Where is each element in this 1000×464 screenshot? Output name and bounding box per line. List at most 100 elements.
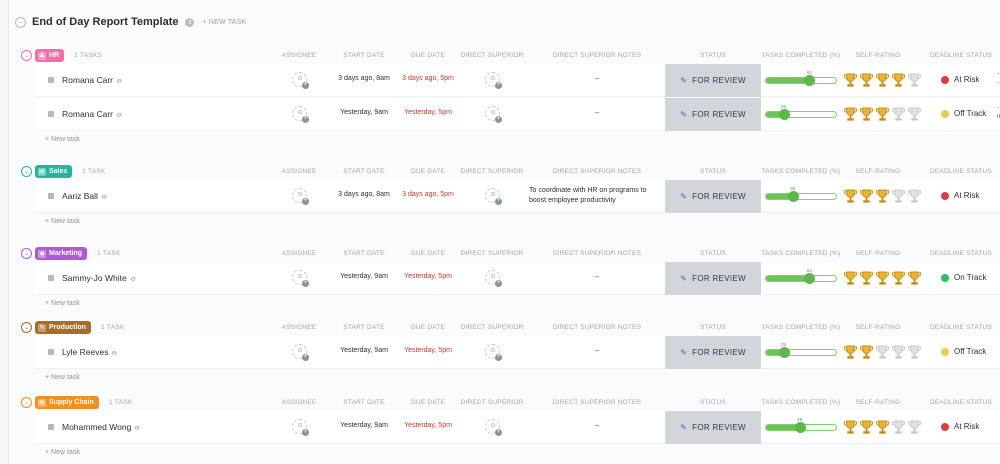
new-task-button[interactable]: + New task: [45, 374, 80, 381]
column-header-start[interactable]: START DATE: [343, 52, 384, 59]
status-badge[interactable]: ✎ FOR REVIEW: [665, 180, 761, 213]
column-header-assignee[interactable]: ASSIGNEE: [282, 399, 317, 406]
status-badge[interactable]: ✎ FOR REVIEW: [665, 262, 761, 295]
column-header-start[interactable]: START DATE: [343, 324, 384, 331]
column-header-status[interactable]: STATUS: [700, 324, 726, 331]
status-badge[interactable]: ✎ FOR REVIEW: [665, 64, 761, 97]
task-row[interactable]: Lyle Reeves ⌀ + + Yesterday, 9am Yesterday, 5…: [35, 336, 1000, 369]
start-date[interactable]: Yesterday, 9am: [340, 347, 388, 354]
deadline-status[interactable]: At Risk: [941, 191, 979, 200]
task-name[interactable]: Romana Carr ⌀: [62, 75, 124, 86]
task-row[interactable]: Aariz Ball ⌀ + +3 days ago, 8am 3 days ago, …: [35, 180, 1000, 213]
superior-avatar-icon[interactable]: +: [485, 72, 502, 89]
task-name[interactable]: Mohammed Wong ⌀: [62, 422, 142, 432]
progress-slider[interactable]: 25: [765, 342, 837, 358]
trophy-icon[interactable]: [859, 419, 875, 441]
task-status-square[interactable]: [48, 77, 54, 83]
column-header-rating[interactable]: SELF-RATING: [856, 399, 901, 406]
collapse-group-icon[interactable]: ⌄: [21, 166, 32, 177]
trophy-icon[interactable]: [891, 106, 907, 128]
task-status-square[interactable]: [48, 111, 54, 117]
column-header-completed[interactable]: TASKS COMPLETED (%): [762, 250, 841, 257]
column-header-superior[interactable]: DIRECT SUPERIOR: [461, 52, 524, 59]
column-header-completed[interactable]: TASKS COMPLETED (%): [762, 324, 841, 331]
superior-notes[interactable]: –: [595, 346, 599, 355]
column-header-superior[interactable]: DIRECT SUPERIOR: [461, 250, 524, 257]
group-badge[interactable]: ◆ Marketing: [35, 247, 88, 260]
column-header-completed[interactable]: TASKS COMPLETED (%): [762, 52, 841, 59]
progress-slider[interactable]: 62: [765, 70, 837, 86]
trophy-icon[interactable]: [891, 72, 907, 94]
assignee-avatar-icon[interactable]: +: [292, 188, 309, 205]
due-date[interactable]: Yesterday, 5pm: [404, 422, 452, 429]
progress-slider[interactable]: 38: [765, 186, 837, 202]
progress-knob[interactable]: [787, 191, 799, 202]
trophy-icon[interactable]: [907, 188, 923, 210]
task-row[interactable]: Romana Carr ⌀ + + Yesterday, 9am Yesterday, 5…: [35, 98, 1000, 131]
trophy-icon[interactable]: [875, 344, 891, 366]
task-row[interactable]: Mohammed Wong ⌀ + + Yesterday, 9am Yesterday,…: [35, 411, 1000, 444]
column-header-due[interactable]: DUE DATE: [411, 52, 445, 59]
trophy-icon[interactable]: [859, 106, 875, 128]
column-header-start[interactable]: START DATE: [343, 250, 384, 257]
trophy-icon[interactable]: [875, 270, 891, 292]
superior-notes[interactable]: –: [595, 74, 599, 83]
task-name[interactable]: Aariz Ball ⌀: [62, 191, 109, 202]
attachment-icon[interactable]: ⌀: [100, 192, 109, 202]
column-header-notes[interactable]: DIRECT SUPERIOR NOTES: [553, 168, 641, 175]
group-badge[interactable]: ⇆ Supply Chain: [35, 396, 99, 409]
trophy-icon[interactable]: [843, 106, 859, 128]
status-badge[interactable]: ✎ FOR REVIEW: [665, 336, 761, 369]
column-header-deadline[interactable]: DEADLINE STATUS: [930, 250, 992, 257]
column-header-rating[interactable]: SELF-RATING: [856, 52, 901, 59]
deadline-status[interactable]: Off Track: [941, 109, 986, 118]
column-header-rating[interactable]: SELF-RATING: [856, 324, 901, 331]
trophy-icon[interactable]: [891, 419, 907, 441]
start-date[interactable]: 3 days ago, 8am: [338, 191, 390, 198]
trophy-icon[interactable]: [891, 344, 907, 366]
column-header-notes[interactable]: DIRECT SUPERIOR NOTES: [553, 52, 641, 59]
task-status-square[interactable]: [48, 349, 54, 355]
column-header-assignee[interactable]: ASSIGNEE: [282, 324, 317, 331]
new-task-button[interactable]: + New task: [45, 300, 80, 307]
column-header-deadline[interactable]: DEADLINE STATUS: [930, 168, 992, 175]
trophy-icon[interactable]: [843, 270, 859, 292]
column-header-superior[interactable]: DIRECT SUPERIOR: [461, 168, 524, 175]
column-header-deadline[interactable]: DEADLINE STATUS: [930, 399, 992, 406]
column-header-rating[interactable]: SELF-RATING: [856, 250, 901, 257]
attachment-icon[interactable]: ⌀: [115, 76, 124, 86]
attachment-icon[interactable]: ⌀: [115, 110, 124, 120]
deadline-status[interactable]: At Risk: [941, 75, 979, 84]
progress-knob[interactable]: [804, 75, 816, 86]
column-header-status[interactable]: STATUS: [700, 168, 726, 175]
group-badge[interactable]: ♟ HR: [35, 49, 65, 62]
start-date[interactable]: Yesterday, 9am: [340, 273, 388, 280]
column-header-assignee[interactable]: ASSIGNEE: [282, 52, 317, 59]
trophy-icon[interactable]: [907, 270, 923, 292]
new-task-button[interactable]: + New task: [45, 218, 80, 225]
trophy-icon[interactable]: [843, 419, 859, 441]
attachment-icon[interactable]: ⌀: [128, 274, 137, 284]
column-header-due[interactable]: DUE DATE: [411, 324, 445, 331]
deadline-status[interactable]: At Risk: [941, 422, 979, 431]
column-header-start[interactable]: START DATE: [343, 168, 384, 175]
attachment-icon[interactable]: ⌀: [110, 348, 119, 358]
column-header-rating[interactable]: SELF-RATING: [856, 168, 901, 175]
trophy-icon[interactable]: [859, 188, 875, 210]
new-task-button[interactable]: + New task: [45, 449, 80, 456]
column-header-notes[interactable]: DIRECT SUPERIOR NOTES: [553, 324, 641, 331]
assignee-avatar-icon[interactable]: +: [292, 344, 309, 361]
group-badge[interactable]: ✎ Production: [35, 321, 91, 334]
trophy-icon[interactable]: [859, 270, 875, 292]
task-status-square[interactable]: [48, 193, 54, 199]
trophy-icon[interactable]: [843, 188, 859, 210]
trophy-icon[interactable]: [907, 106, 923, 128]
column-header-start[interactable]: START DATE: [343, 399, 384, 406]
task-status-square[interactable]: [48, 275, 54, 281]
column-header-status[interactable]: STATUS: [700, 399, 726, 406]
trophy-icon[interactable]: [875, 419, 891, 441]
self-rating[interactable]: [843, 106, 923, 128]
progress-slider[interactable]: 25: [765, 104, 837, 120]
collapse-group-icon[interactable]: ⌄: [21, 397, 32, 408]
superior-avatar-icon[interactable]: +: [485, 188, 502, 205]
